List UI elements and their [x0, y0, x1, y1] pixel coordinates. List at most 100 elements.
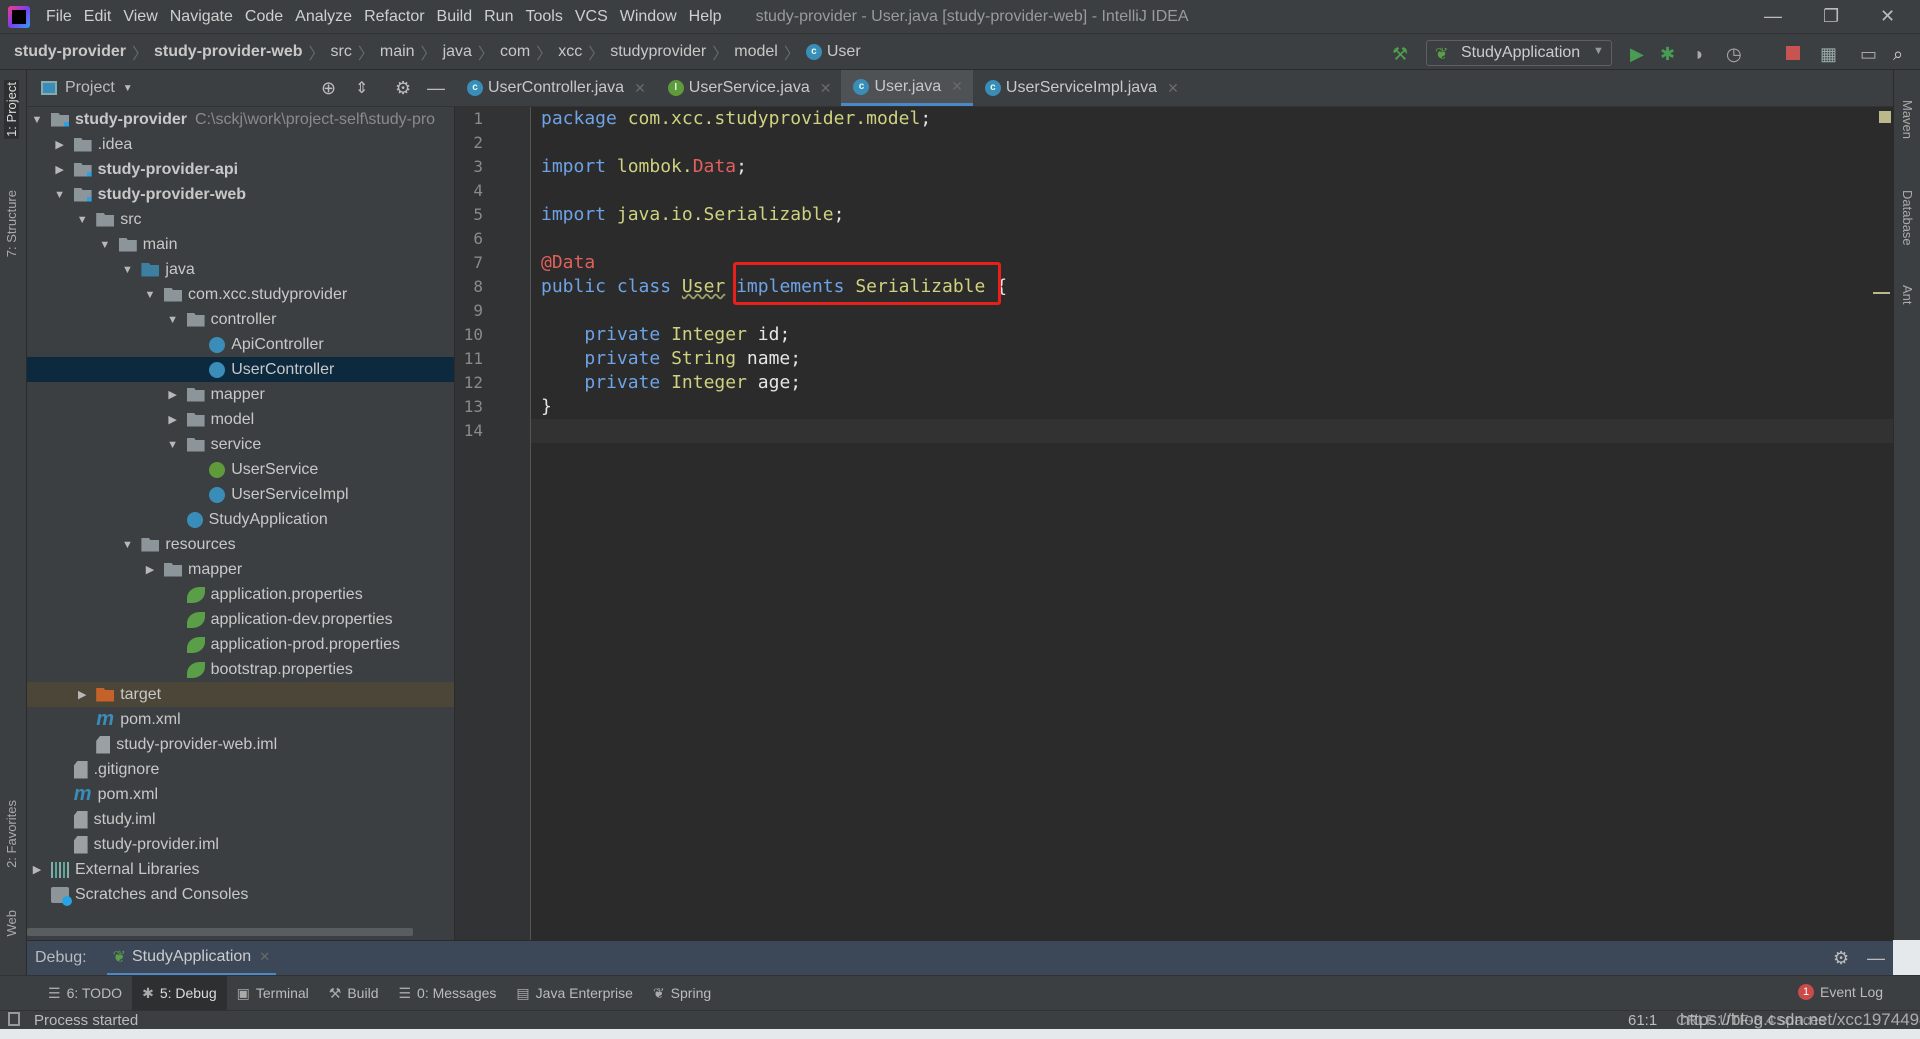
breadcrumb-item[interactable]: model [734, 43, 778, 61]
minimize-button[interactable]: — [1764, 6, 1782, 27]
debug-bug-icon[interactable]: ✱ [1660, 44, 1675, 65]
tree-item[interactable]: m pom.xml [27, 782, 454, 807]
collapsed-arrow-icon[interactable]: ▶ [165, 413, 181, 426]
collapsed-arrow-icon[interactable]: ▶ [165, 388, 181, 401]
hide-icon[interactable]: — [1867, 948, 1885, 969]
tree-item[interactable]: ▶ .idea [27, 132, 454, 157]
caret-position[interactable]: 61:1 [1628, 1012, 1657, 1029]
collapsed-arrow-icon[interactable]: ▶ [29, 863, 45, 876]
tool-windows-toggle-icon[interactable] [8, 1012, 20, 1026]
menu-refactor[interactable]: Refactor [358, 8, 430, 26]
tree-item[interactable]: UserController [27, 357, 454, 382]
gear-icon[interactable]: ⚙ [395, 78, 411, 99]
run-configuration-select[interactable]: ❦ StudyApplication ▼ [1426, 40, 1612, 66]
tab-usercontroller-java[interactable]: c UserController.java ✕ [455, 70, 656, 106]
hide-icon[interactable]: — [427, 78, 445, 99]
expanded-arrow-icon[interactable]: ▼ [97, 239, 113, 251]
tree-item[interactable]: application-prod.properties [27, 632, 454, 657]
breadcrumb-item[interactable]: java [443, 43, 472, 61]
menu-run[interactable]: Run [478, 8, 519, 26]
expanded-arrow-icon[interactable]: ▼ [74, 214, 90, 226]
build-hammer-icon[interactable]: ⚒ [1392, 44, 1408, 65]
breadcrumb-item[interactable]: xcc [558, 43, 582, 61]
breadcrumb-item[interactable]: src [331, 43, 352, 61]
stripe-web[interactable]: Web [4, 910, 19, 937]
close-icon[interactable]: ✕ [634, 80, 646, 97]
expanded-arrow-icon[interactable]: ▼ [142, 289, 158, 301]
breadcrumb-item[interactable]: com [500, 43, 530, 61]
expanded-arrow-icon[interactable]: ▼ [165, 439, 181, 451]
breadcrumb-item[interactable]: main [380, 43, 415, 61]
collapsed-arrow-icon[interactable]: ▶ [142, 563, 158, 576]
expanded-arrow-icon[interactable]: ▼ [52, 189, 68, 201]
stop-icon[interactable] [1786, 46, 1800, 60]
coverage-icon[interactable]: ◗ [1694, 44, 1705, 65]
menu-window[interactable]: Window [614, 8, 683, 26]
profiler-icon[interactable]: ◷ [1726, 44, 1742, 65]
tab-userserviceimpl-java[interactable]: c UserServiceImpl.java ✕ [973, 70, 1189, 106]
expanded-arrow-icon[interactable]: ▼ [29, 114, 45, 126]
tree-item[interactable]: ▼ com.xcc.studyprovider [27, 282, 454, 307]
debug-session-tab[interactable]: ❦ StudyApplication ✕ [106, 941, 277, 976]
breadcrumb-item[interactable]: studyprovider [610, 43, 706, 61]
tree-item[interactable]: .gitignore [27, 757, 454, 782]
stripe-project[interactable]: 1: Project [4, 80, 19, 139]
stripe-ant[interactable]: Ant [1900, 285, 1915, 305]
menu-view[interactable]: View [117, 8, 163, 26]
tree-item[interactable]: ApiController [27, 332, 454, 357]
tree-item[interactable]: StudyApplication [27, 507, 454, 532]
run-icon[interactable]: ▶ [1630, 44, 1644, 65]
close-icon[interactable]: ✕ [951, 78, 963, 95]
tree-item[interactable]: ▶ study-provider-api [27, 157, 454, 182]
menu-edit[interactable]: Edit [78, 8, 118, 26]
tree-item[interactable]: bootstrap.properties [27, 657, 454, 682]
tree-item[interactable]: ▶ model [27, 407, 454, 432]
tree-item[interactable]: UserService [27, 457, 454, 482]
menu-code[interactable]: Code [239, 8, 289, 26]
tree-item[interactable]: study-provider.iml [27, 832, 454, 857]
tree-item[interactable]: application-dev.properties [27, 607, 454, 632]
stripe-structure[interactable]: 7: Structure [4, 190, 19, 257]
locate-icon[interactable]: ⊕ [321, 78, 336, 99]
tree-item[interactable]: study.iml [27, 807, 454, 832]
menu-file[interactable]: File [40, 8, 78, 26]
tree-item[interactable]: ▶ mapper [27, 557, 454, 582]
tree-item[interactable]: ▼ study-provider C:\sckj\work\project-self… [27, 107, 454, 132]
horizontal-scrollbar[interactable] [27, 928, 413, 936]
tab-userservice-java[interactable]: I UserService.java ✕ [656, 70, 842, 106]
tree-item[interactable]: UserServiceImpl [27, 482, 454, 507]
tree-item[interactable]: ▶ mapper [27, 382, 454, 407]
tool-window-build[interactable]: ⚒ Build [319, 976, 389, 1011]
menu-build[interactable]: Build [431, 8, 479, 26]
tree-item[interactable]: ▼ controller [27, 307, 454, 332]
project-structure-icon[interactable]: ▦ [1820, 44, 1837, 65]
tool-window-terminal[interactable]: ▣ Terminal [227, 976, 319, 1011]
tree-item[interactable]: ▼ java [27, 257, 454, 282]
close-icon[interactable]: ✕ [1167, 80, 1179, 97]
tool-window--messages[interactable]: ☰ 0: Messages [388, 976, 506, 1011]
breadcrumb-item[interactable]: study-provider [14, 43, 126, 61]
tree-item[interactable]: ▶ target [27, 682, 454, 707]
restore-button[interactable]: ❐ [1823, 6, 1839, 27]
tree-item[interactable]: ▼ service [27, 432, 454, 457]
inspection-status-icon[interactable] [1879, 111, 1891, 123]
close-icon[interactable]: ✕ [259, 949, 270, 965]
gear-icon[interactable]: ⚙ [1833, 948, 1849, 969]
stripe-favorites[interactable]: 2: Favorites [4, 800, 19, 868]
expanded-arrow-icon[interactable]: ▼ [165, 314, 181, 326]
menu-analyze[interactable]: Analyze [289, 8, 358, 26]
collapsed-arrow-icon[interactable]: ▶ [74, 688, 90, 701]
project-view-select[interactable]: Project [65, 79, 115, 97]
stripe-database[interactable]: Database [1900, 190, 1915, 246]
tree-item[interactable]: ▶ External Libraries [27, 857, 454, 882]
menu-help[interactable]: Help [683, 8, 728, 26]
collapsed-arrow-icon[interactable]: ▶ [52, 163, 68, 176]
tree-item[interactable]: study-provider-web.iml [27, 732, 454, 757]
collapse-all-icon[interactable]: ⇕ [355, 78, 368, 98]
expanded-arrow-icon[interactable]: ▼ [119, 264, 135, 276]
tree-item[interactable]: ▼ study-provider-web [27, 182, 454, 207]
terminal-layout-icon[interactable]: ▭ [1860, 44, 1877, 65]
menu-navigate[interactable]: Navigate [164, 8, 239, 26]
tree-item[interactable]: ▼ main [27, 232, 454, 257]
search-icon[interactable]: ⌕ [1893, 44, 1903, 65]
